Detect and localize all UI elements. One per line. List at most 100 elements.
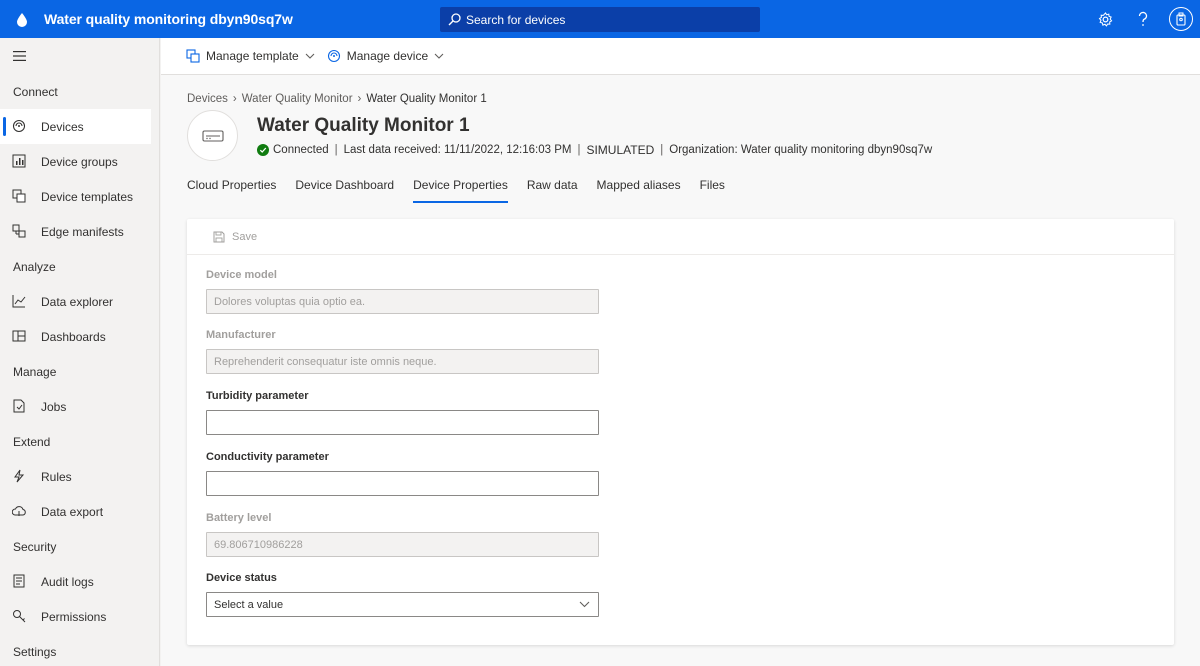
chevron-right-icon: › [357, 93, 362, 105]
app-title[interactable]: Water quality monitoring dbyn90sq7w [44, 11, 293, 27]
manage-device-button[interactable]: Manage device [327, 49, 444, 63]
sidebar-item-device-templates[interactable]: Device templates [0, 179, 159, 214]
field-label: Device status [206, 572, 277, 584]
save-label: Save [232, 230, 258, 243]
sidebar-item-label: Edge manifests [41, 224, 124, 239]
manufacturer-field: Manufacturer Reprehenderit consequatur i… [206, 329, 599, 374]
separator: | [660, 144, 664, 156]
search-icon [448, 13, 461, 26]
device-icon [201, 129, 224, 142]
sidebar: Connect Devices Device groups Device tem… [0, 38, 160, 666]
battery-level-input: 69.806710986228 [206, 532, 599, 557]
breadcrumb-current: Water Quality Monitor 1 [366, 93, 487, 105]
separator: | [577, 144, 581, 156]
gear-icon[interactable] [1086, 0, 1124, 38]
data-export-icon [12, 506, 26, 516]
jobs-icon [13, 399, 25, 413]
manage-template-button[interactable]: Manage template [186, 49, 315, 63]
top-bar: Water quality monitoring dbyn90sq7w Sear… [0, 0, 1200, 38]
tab-mapped-aliases[interactable]: Mapped aliases [597, 178, 681, 203]
battery-level-field: Battery level 69.806710986228 [206, 512, 599, 557]
chevron-down-icon [434, 53, 444, 59]
manage-device-label: Manage device [346, 49, 429, 63]
template-icon [186, 49, 200, 63]
device-templates-icon [12, 189, 26, 203]
sidebar-item-audit-logs[interactable]: Audit logs [0, 564, 159, 599]
properties-card: Save Device model Dolores voluptas quia … [187, 219, 1174, 645]
search-input[interactable]: Search for devices [440, 7, 760, 32]
sidebar-item-label: Dashboards [41, 329, 106, 344]
sidebar-item-label: Data explorer [41, 294, 114, 309]
check-circle-icon [257, 144, 269, 156]
section-security: Security [13, 539, 57, 554]
sidebar-item-data-export[interactable]: Data export [0, 494, 159, 529]
sidebar-item-device-groups[interactable]: Device groups [0, 144, 159, 179]
field-label: Device model [206, 269, 277, 281]
chevron-down-icon [305, 53, 315, 59]
device-model-input: Dolores voluptas quia optio ea. [206, 289, 599, 314]
tab-device-dashboard[interactable]: Device Dashboard [295, 178, 394, 203]
sidebar-item-label: Device templates [41, 189, 134, 204]
field-label: Conductivity parameter [206, 451, 329, 463]
sidebar-item-devices[interactable]: Devices [0, 109, 151, 144]
account-icon[interactable] [1162, 0, 1200, 38]
sidebar-item-label: Permissions [41, 609, 107, 624]
select-placeholder: Select a value [214, 598, 284, 611]
field-label: Battery level [206, 512, 272, 524]
device-status-field: Device status Select a value [206, 572, 599, 617]
manage-template-label: Manage template [206, 49, 299, 63]
breadcrumb-template[interactable]: Water Quality Monitor [242, 93, 353, 105]
data-explorer-icon [12, 295, 26, 308]
sidebar-item-edge-manifests[interactable]: Edge manifests [0, 214, 159, 249]
simulated-badge: SIMULATED [586, 143, 655, 157]
section-settings: Settings [13, 644, 57, 659]
sidebar-item-permissions[interactable]: Permissions [0, 599, 159, 634]
sidebar-item-rules[interactable]: Rules [0, 459, 159, 494]
tab-bar: Cloud Properties Device Dashboard Device… [187, 178, 744, 203]
breadcrumb-devices[interactable]: Devices [187, 93, 228, 105]
section-manage: Manage [13, 364, 57, 379]
organization: Organization: Water quality monitoring d… [669, 144, 933, 156]
field-label: Turbidity parameter [206, 390, 309, 402]
device-groups-icon [12, 154, 26, 168]
save-button[interactable]: Save [213, 231, 257, 243]
chevron-down-icon [579, 601, 590, 608]
tab-device-properties[interactable]: Device Properties [413, 178, 508, 203]
sidebar-item-label: Audit logs [41, 574, 94, 589]
command-bar: Manage template Manage device [161, 38, 1200, 75]
help-icon[interactable] [1124, 0, 1162, 38]
sidebar-item-jobs[interactable]: Jobs [0, 389, 159, 424]
conductivity-field: Conductivity parameter [206, 451, 599, 496]
device-status-select[interactable]: Select a value [206, 592, 599, 617]
search-placeholder: Search for devices [466, 12, 566, 27]
card-toolbar: Save [187, 219, 1174, 255]
tab-files[interactable]: Files [700, 178, 725, 203]
manufacturer-input: Reprehenderit consequatur iste omnis neq… [206, 349, 599, 374]
sidebar-item-label: Data export [41, 504, 104, 519]
tab-cloud-properties[interactable]: Cloud Properties [187, 178, 276, 203]
hamburger-menu-icon[interactable] [0, 38, 159, 74]
dashboards-icon [12, 330, 26, 342]
device-model-field: Device model Dolores voluptas quia optio… [206, 269, 599, 314]
turbidity-input[interactable] [206, 410, 599, 435]
sidebar-item-label: Rules [41, 469, 72, 484]
separator: | [334, 144, 338, 156]
field-label: Manufacturer [206, 329, 276, 341]
main-content: Devices › Water Quality Monitor › Water … [161, 75, 1200, 666]
sidebar-item-dashboards[interactable]: Dashboards [0, 319, 159, 354]
sidebar-item-label: Device groups [41, 154, 118, 169]
audit-logs-icon [13, 574, 25, 588]
conductivity-input[interactable] [206, 471, 599, 496]
last-data-received: Last data received: 11/11/2022, 12:16:03… [343, 144, 572, 156]
device-icon [327, 49, 340, 63]
section-extend: Extend [13, 434, 51, 449]
sidebar-item-label: Jobs [41, 399, 67, 414]
rules-icon [14, 469, 25, 483]
save-icon [213, 231, 225, 242]
chevron-right-icon: › [232, 93, 237, 105]
section-analyze: Analyze [13, 259, 56, 274]
key-icon [13, 610, 26, 623]
water-drop-icon[interactable] [0, 0, 44, 38]
tab-raw-data[interactable]: Raw data [527, 178, 578, 203]
sidebar-item-data-explorer[interactable]: Data explorer [0, 284, 159, 319]
